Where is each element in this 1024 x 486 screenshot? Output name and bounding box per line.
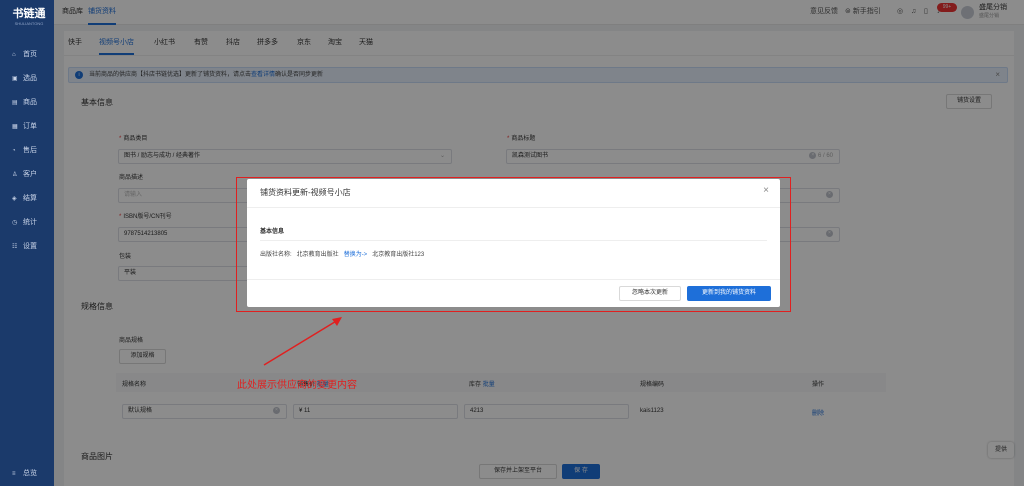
sidebar-item-goods[interactable]: ▤ 商品: [12, 96, 52, 110]
sidebar-item-label: 售后: [23, 147, 37, 154]
sidebar-item-order[interactable]: ▦ 订单: [12, 120, 52, 134]
sidebar-item-label: 首页: [23, 51, 37, 58]
goods-icon: ▤: [12, 100, 18, 106]
sidebar-item-select[interactable]: ▣ 选品: [12, 72, 52, 86]
select-icon: ▣: [12, 76, 18, 82]
app-logo[interactable]: 书链通 SHULIANTONG: [9, 8, 49, 27]
settings-icon: ☷: [12, 244, 18, 250]
logo-subtext: SHULIANTONG: [14, 21, 44, 26]
sidebar-item-stats[interactable]: ◷ 统计: [12, 216, 52, 230]
sidebar-item-label: 选品: [23, 75, 37, 82]
stats-icon: ◷: [12, 220, 18, 226]
order-icon: ▦: [12, 124, 18, 130]
sidebar-item-label: 订单: [23, 123, 37, 130]
customer-icon: ♙: [12, 172, 18, 178]
sidebar: 书链通 SHULIANTONG ⌂ 首页 ▣ 选品 ▤ 商品 ▦ 订单 ◔ 售后 ♙ 客户 …: [0, 0, 54, 486]
sidebar-footer-label: 总览: [23, 470, 37, 477]
sidebar-item-label: 客户: [23, 171, 37, 178]
sidebar-item-label: 商品: [23, 99, 37, 106]
annotation-text: 此处展示供应商的变更内容: [237, 380, 357, 391]
sidebar-item-customer[interactable]: ♙ 客户: [12, 168, 52, 182]
sidebar-item-finance[interactable]: ◈ 结算: [12, 192, 52, 206]
annotation-arrow-icon: [263, 317, 342, 366]
sidebar-footer-overview[interactable]: ≡ 总览: [12, 467, 52, 481]
sidebar-item-label: 结算: [23, 195, 37, 202]
menu-icon: ≡: [12, 471, 16, 477]
sidebar-item-settings[interactable]: ☷ 设置: [12, 240, 52, 254]
sidebar-item-aftersale[interactable]: ◔ 售后: [12, 144, 52, 158]
sidebar-item-label: 统计: [23, 219, 37, 226]
annotation-highlight-box: [236, 177, 791, 312]
aftersale-icon: ◔: [12, 148, 16, 154]
logo-text: 书链通: [12, 8, 46, 20]
sidebar-item-label: 设置: [23, 243, 37, 250]
sidebar-item-home[interactable]: ⌂ 首页: [12, 48, 52, 62]
finance-icon: ◈: [12, 196, 17, 202]
home-icon: ⌂: [12, 52, 16, 58]
